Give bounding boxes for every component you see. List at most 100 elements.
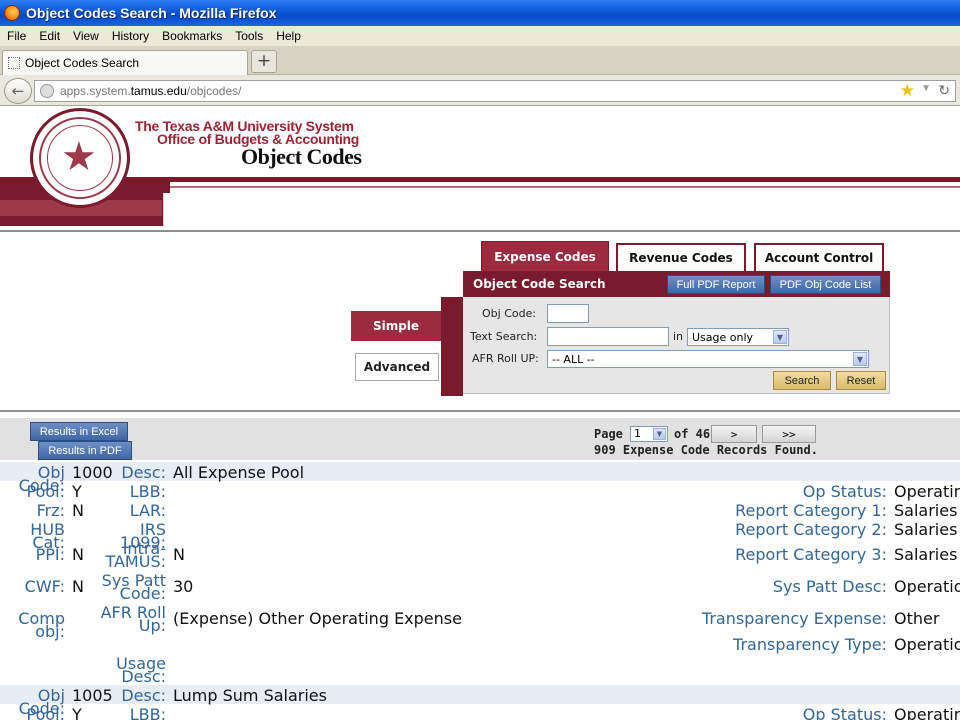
browser-tab-title: Object Codes Search — [25, 56, 140, 70]
op-status-label: Op Status: — [802, 482, 887, 501]
menu-help[interactable]: Help — [276, 29, 301, 43]
text-search-input[interactable] — [547, 327, 669, 346]
pool-label: Pool: — [26, 705, 66, 720]
obj-code-label: Obj Code: — [482, 307, 537, 320]
menu-history[interactable]: History — [112, 29, 149, 43]
records-found: 909 Expense Code Records Found. — [594, 443, 818, 457]
reset-button[interactable]: Reset — [836, 371, 886, 390]
reload-icon[interactable]: ↻ — [938, 82, 950, 99]
history-dropdown-icon[interactable]: ▼ — [921, 83, 931, 94]
lbb-label: LBB: — [129, 705, 166, 720]
tab-revenue-codes[interactable]: Revenue Codes — [616, 243, 746, 271]
afr-roll-up-value: (Expense) Other Operating Expense — [173, 609, 462, 628]
afr-roll-up-label: AFR Roll UP: — [472, 352, 539, 365]
chevron-down-icon: ▼ — [773, 330, 787, 344]
text-search-label: Text Search: — [470, 330, 538, 343]
chevron-down-icon: ▼ — [853, 352, 867, 366]
next-page-button[interactable]: > — [711, 425, 757, 443]
search-panel: Obj Code: Text Search: in Usage only ▼ A… — [463, 297, 890, 394]
header-band — [0, 177, 960, 182]
search-panel-title: Object Code Search — [473, 277, 606, 291]
site-title: Object Codes — [241, 144, 362, 169]
section-divider — [0, 410, 960, 412]
menu-view[interactable]: View — [73, 29, 99, 43]
page-favicon-icon — [8, 57, 20, 69]
search-panel-sidebar — [441, 297, 463, 396]
sys-patt-desc-label: Sys Patt Desc: — [772, 577, 887, 596]
results-excel-button[interactable]: Results in Excel — [30, 422, 128, 441]
report-category-2-label: Report Category 2: — [735, 520, 887, 539]
search-button[interactable]: Search — [773, 371, 831, 390]
search-scope-select[interactable]: Usage only ▼ — [687, 328, 789, 346]
menu-bar: File Edit View History Bookmarks Tools H… — [0, 26, 960, 46]
tab-bar: Object Codes Search + — [0, 46, 960, 75]
pdf-obj-code-list-button[interactable]: PDF Obj Code List — [770, 275, 881, 294]
obj-code-input[interactable] — [547, 304, 589, 323]
transparency-expense-label: Transparency Expense: — [701, 609, 887, 628]
lar-label: LAR: — [129, 501, 166, 520]
sys-patt-code-value: 30 — [173, 577, 194, 596]
results-pdf-button[interactable]: Results in PDF — [38, 441, 132, 460]
new-tab-button[interactable]: + — [251, 50, 277, 73]
op-status-value: Operating — [894, 705, 960, 720]
ppi-label: PPI: — [35, 545, 65, 564]
op-status-label: Op Status: — [802, 705, 887, 720]
simple-search-tab[interactable]: Simple — [351, 311, 441, 341]
url-domain: tamus.edu — [130, 84, 187, 98]
transparency-expense-value: Other — [894, 609, 940, 628]
report-category-2-value: Salaries and — [894, 520, 960, 539]
desc-value: Lump Sum Salaries — [173, 686, 327, 705]
globe-icon — [40, 84, 54, 98]
transparency-type-value: Operations — [894, 635, 960, 654]
report-category-1-label: Report Category 1: — [735, 501, 887, 520]
url-prefix: apps.system. — [60, 84, 131, 98]
desc-label: Desc: — [121, 686, 166, 705]
chevron-down-icon: ▼ — [653, 428, 666, 440]
transparency-type-label: Transparency Type: — [733, 635, 887, 654]
afr-roll-up-select[interactable]: -- ALL -- ▼ — [547, 350, 869, 368]
menu-bookmarks[interactable]: Bookmarks — [162, 29, 222, 43]
page-content: ★ The Texas A&M University System Office… — [0, 106, 960, 720]
page-label: Page — [594, 427, 623, 441]
report-category-1-value: Salaries and — [894, 501, 960, 520]
full-pdf-report-button[interactable]: Full PDF Report — [667, 275, 765, 294]
bookmark-star-icon[interactable]: ★ — [900, 81, 915, 101]
menu-edit[interactable]: Edit — [39, 29, 60, 43]
desc-label: Desc: — [121, 463, 166, 482]
usage-desc-label: Usage Desc: — [116, 654, 166, 686]
pool-value: Y — [72, 705, 82, 720]
comp-obj-label: Comp obj: — [18, 609, 65, 641]
header-stripe — [160, 186, 960, 188]
in-label: in — [673, 330, 684, 343]
afr-roll-up-value: -- ALL -- — [552, 352, 595, 366]
header-divider — [0, 230, 960, 232]
page-select[interactable]: 1 ▼ — [630, 426, 668, 442]
browser-tab[interactable]: Object Codes Search — [2, 50, 248, 75]
sys-patt-code-label: Sys Patt Code: — [101, 571, 166, 603]
cwf-value: N — [72, 577, 84, 596]
frz-label: Frz: — [36, 501, 65, 520]
page-select-value: 1 — [634, 427, 641, 440]
back-button[interactable]: ← — [4, 78, 32, 104]
pool-value: Y — [72, 482, 82, 501]
advanced-search-tab[interactable]: Advanced — [355, 353, 439, 381]
ppi-value: N — [72, 545, 84, 564]
search-scope-value: Usage only — [692, 330, 754, 344]
tab-account-control[interactable]: Account Control — [754, 243, 884, 271]
last-page-button[interactable]: >> — [762, 425, 816, 443]
report-category-3-label: Report Category 3: — [735, 545, 887, 564]
afr-roll-up-label: AFR Roll Up: — [100, 603, 166, 635]
sys-patt-desc-value: Operations — [894, 577, 960, 596]
url-path: /objcodes/ — [186, 84, 242, 98]
window-titlebar: Object Codes Search - Mozilla Firefox — [0, 0, 960, 26]
menu-file[interactable]: File — [7, 29, 26, 43]
menu-tools[interactable]: Tools — [235, 29, 263, 43]
navigation-bar: ← apps.system. tamus.edu/objcodes/ ★ ▼ ↻ — [0, 75, 960, 106]
tab-expense-codes[interactable]: Expense Codes — [481, 241, 609, 273]
seal-star-icon: ★ — [61, 134, 97, 180]
intra-tamus-label: Intra-TAMUS: — [105, 539, 166, 571]
url-bar[interactable]: apps.system. tamus.edu/objcodes/ ★ ▼ ↻ — [34, 80, 956, 102]
report-category-3-value: Salaries and — [894, 545, 960, 564]
firefox-logo-icon — [4, 5, 20, 21]
pool-label: Pool: — [26, 482, 66, 501]
